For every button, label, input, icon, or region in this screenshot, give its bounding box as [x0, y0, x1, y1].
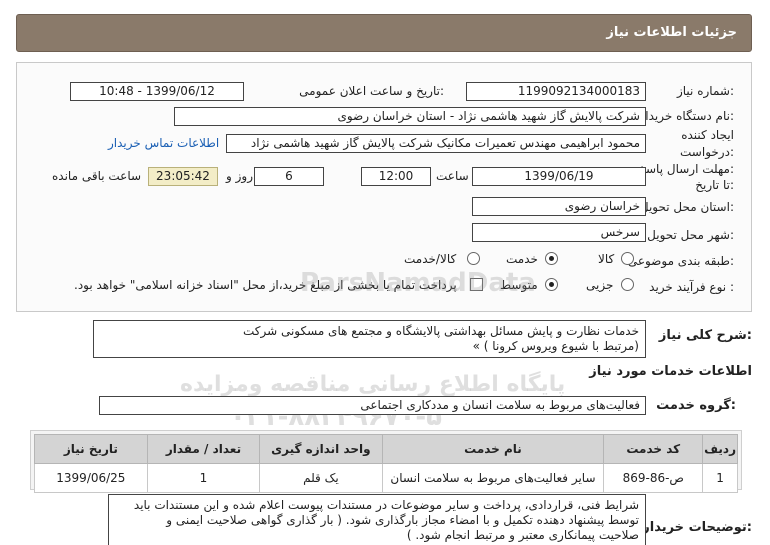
summary-line-2: (مرتبط با شیوع ویروس کرونا ) » [472, 339, 639, 353]
city-field: سرخس [472, 223, 646, 242]
category-option-goods: کالا [598, 252, 615, 266]
need-number-field: 1199092134000183 [466, 82, 646, 101]
announce-date-field: 1399/06/12 - 10:48 [70, 82, 244, 101]
process-radio-minor[interactable] [621, 278, 634, 291]
need-number-label: شماره نیاز: [676, 84, 734, 98]
summary-line-1: خدمات نظارت و پایش مسائل بهداشتی پالایشگ… [242, 324, 639, 338]
col-quantity: تعداد / مقدار [146, 434, 261, 464]
cell-service-name: سایر فعالیت‌های مربوط به سلامت انسان [381, 463, 605, 493]
cell-need-date: 1399/06/25 [34, 463, 148, 493]
col-service-name: نام خدمت [381, 434, 605, 464]
col-row-number: ردیف [702, 434, 738, 464]
announce-date-label: تاریخ و ساعت اعلان عمومی: [299, 84, 444, 98]
treasury-payment-note: پرداخت تمام یا بخشی از مبلغ خرید،از محل … [74, 278, 457, 292]
buyer-notes-label: توضیحات خریدار: [642, 520, 752, 535]
creator-field: محمود ابراهیمی مهندس تعمیرات مکانیک شرکت… [226, 134, 646, 153]
category-radio-goods-service[interactable] [467, 252, 480, 265]
buyer-field: شرکت پالایش گاز شهید هاشمی نژاد - استان … [174, 107, 646, 126]
page-header: جزئیات اطلاعات نیاز [16, 14, 752, 52]
contact-buyer-link[interactable]: اطلاعات تماس خریدار [108, 136, 219, 150]
service-group-field: فعالیت‌های مربوط به سلامت انسان و مددکار… [99, 396, 646, 415]
category-radio-service[interactable] [545, 252, 558, 265]
category-option-goods-service: کالا/خدمت [404, 252, 457, 266]
col-need-date: تاریخ نیاز [34, 434, 148, 464]
deadline-label-line2: تا تاریخ: [695, 178, 734, 192]
table-row: 1 ص-86-869 سایر فعالیت‌های مربوط به سلام… [34, 463, 738, 493]
category-radio-goods[interactable] [621, 252, 634, 265]
cell-quantity: 1 [146, 463, 261, 493]
province-label: استان محل تحویل: [639, 200, 734, 214]
col-service-code: کد خدمت [603, 434, 704, 464]
page-title: جزئیات اطلاعات نیاز [606, 25, 737, 40]
process-option-minor: جزیی [586, 278, 614, 292]
creator-label-line1: ایجاد کننده [681, 128, 734, 142]
watermark-line1: پایگاه اطلاع رسانی مناقصه ومزایده [180, 372, 566, 397]
deadline-label-line1: مهلت ارسال پاسخ: [638, 162, 734, 176]
cell-service-code: ص-86-869 [603, 463, 704, 493]
days-field: 6 [254, 167, 324, 186]
buyer-notes-line-2: توسط پیشنهاد دهنده تکمیل و با امضاء مجاز… [166, 513, 639, 527]
days-label: روز و [226, 169, 253, 183]
deadline-time-field: 12:00 [361, 167, 431, 186]
service-group-label: گروه خدمت: [656, 398, 736, 413]
buyer-notes-line-3: صلاحیت پیمانکاری معتبر و مرتبط انجام شود… [406, 528, 639, 542]
process-label: نوع فرآیند خرید : [649, 280, 734, 294]
deadline-time-label: ساعت [436, 169, 469, 183]
process-option-medium: متوسط [500, 278, 538, 292]
city-label: شهر محل تحویل: [647, 228, 734, 242]
buyer-notes-line-1: شرایط فنی، قراردادی، پرداخت و سایر موضوع… [133, 498, 639, 512]
process-radio-medium[interactable] [545, 278, 558, 291]
deadline-date-field: 1399/06/19 [472, 167, 646, 186]
cell-row-number: 1 [702, 463, 738, 493]
province-field: خراسان رضوی [472, 197, 646, 216]
summary-box: خدمات نظارت و پایش مسائل بهداشتی پالایشگ… [93, 320, 646, 358]
col-unit: واحد اندازه گیری [259, 434, 383, 464]
items-table: ردیف کد خدمت نام خدمت واحد اندازه گیری ت… [34, 434, 738, 493]
summary-label: شرح کلی نیاز: [658, 328, 752, 343]
category-label: طبقه بندی موضوعی: [627, 254, 734, 268]
cell-unit: یک قلم [259, 463, 383, 493]
remaining-time-label: ساعت باقی مانده [52, 169, 142, 183]
remaining-time-field: 23:05:42 [148, 167, 218, 186]
treasury-payment-checkbox[interactable] [470, 278, 483, 291]
creator-label-line2: درخواست: [680, 145, 734, 159]
buyer-notes-box: شرایط فنی، قراردادی، پرداخت و سایر موضوع… [108, 494, 646, 545]
buyer-label: نام دستگاه خریدار: [639, 109, 735, 123]
table-header-row: ردیف کد خدمت نام خدمت واحد اندازه گیری ت… [34, 434, 738, 464]
services-section-title: اطلاعات خدمات مورد نیاز [589, 364, 752, 379]
category-option-service: خدمت [506, 252, 538, 266]
